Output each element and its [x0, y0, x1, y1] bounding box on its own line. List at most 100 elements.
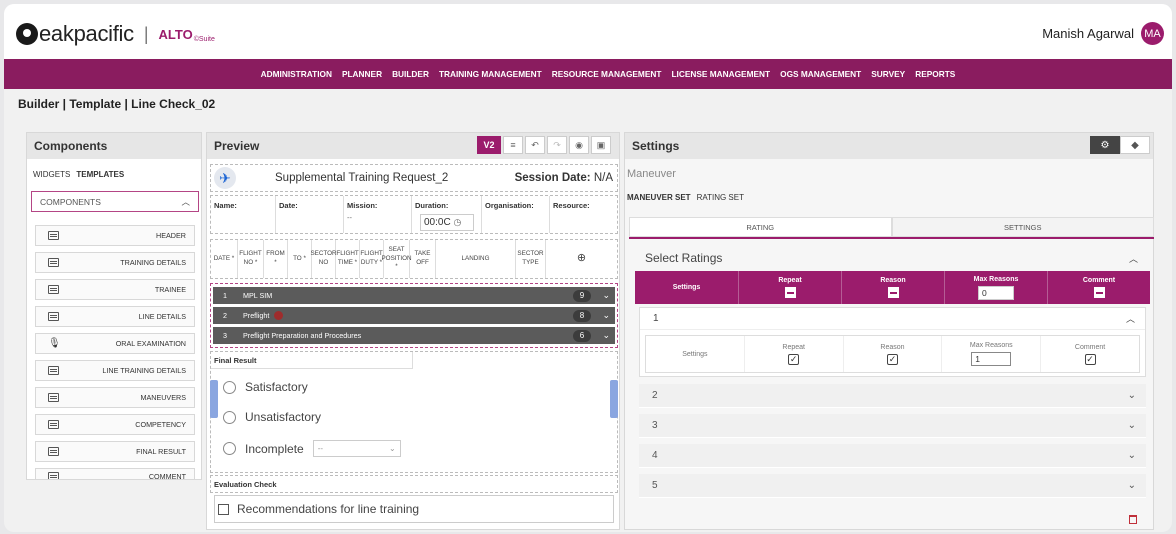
select-ratings-label: Select Ratings	[645, 251, 723, 265]
tab-templates[interactable]: TEMPLATES	[76, 170, 124, 179]
duration-value: 00:0C	[424, 217, 451, 228]
nav-builder[interactable]: BUILDER	[392, 69, 429, 79]
undo-icon[interactable]: ↶	[525, 136, 545, 154]
option-incomplete[interactable]: Incomplete -- ⌄	[223, 440, 401, 457]
trash-icon[interactable]	[1129, 515, 1137, 524]
component-label: COMMENT	[148, 472, 186, 480]
nav-resource-management[interactable]: RESOURCE MANAGEMENT	[552, 69, 662, 79]
chevron-down-icon[interactable]: ⌄	[1128, 480, 1136, 491]
row-label: Reason	[880, 343, 905, 351]
chevron-down-icon[interactable]: ⌄	[602, 290, 610, 301]
row-label: Comment	[1074, 343, 1106, 351]
avatar[interactable]: MA	[1141, 22, 1164, 45]
components-dropdown[interactable]: COMPONENTS ︿	[31, 191, 199, 212]
maneuver-row[interactable]: 3 Preflight Preparation and Procedures 6 ⌄	[213, 327, 615, 344]
component-item-line-training-details[interactable]: LINE TRAINING DETAILS	[35, 360, 195, 381]
gear-icon[interactable]: ⚙	[1090, 136, 1120, 154]
layers-icon[interactable]: ◆	[1120, 136, 1150, 154]
col-take-off: TAKE OFF	[410, 240, 436, 278]
component-item-oral-examination[interactable]: 🎙 ORAL EXAMINATION	[35, 333, 195, 354]
component-item-header[interactable]: HEADER	[35, 225, 195, 246]
breadcrumb: Builder | Template | Line Check_02	[18, 97, 216, 111]
app-window: eakpacific | ALTO ©Suite Manish Agarwal …	[4, 4, 1172, 532]
chevron-up-icon[interactable]: ︿	[1126, 312, 1135, 325]
duration-input[interactable]: 00:0C ◷	[420, 214, 474, 231]
save-icon[interactable]: ▣	[591, 136, 611, 154]
nav-training-management[interactable]: TRAINING MANAGEMENT	[439, 69, 542, 79]
row-number: 5	[652, 480, 658, 491]
option-label: Unsatisfactory	[245, 410, 322, 424]
rating-row[interactable]: 2 ⌄	[639, 384, 1146, 408]
component-item-comment[interactable]: COMMENT	[35, 468, 195, 480]
option-unsatisfactory[interactable]: Unsatisfactory	[223, 410, 321, 424]
maneuver-row[interactable]: 1 MPL SIM 9 ⌄	[213, 287, 615, 304]
drag-handle-left[interactable]	[210, 380, 218, 418]
rating-row-header[interactable]: 1 ︿	[640, 308, 1145, 330]
reason-master-checkbox[interactable]	[887, 287, 899, 298]
add-column-icon[interactable]: ⊕	[546, 240, 617, 278]
recommendations-checkbox[interactable]: Recommendations for line training	[214, 495, 614, 523]
nav-survey[interactable]: SURVEY	[871, 69, 905, 79]
line-details-table-header: DATE * FLIGHT NO * FROM * TO * SECTOR NO…	[210, 239, 618, 279]
chevron-down-icon[interactable]: ⌄	[602, 310, 610, 321]
rating-row[interactable]: 5 ⌄	[639, 474, 1146, 498]
settings-toggle[interactable]: SETTINGS	[891, 217, 1154, 237]
repeat-checkbox[interactable]: ✓	[788, 353, 800, 365]
option-satisfactory[interactable]: Satisfactory	[223, 380, 308, 394]
version-button[interactable]: V2	[477, 136, 501, 154]
maneuver-row[interactable]: 2 Preflight 8 ⌄	[213, 307, 615, 324]
rating-toggle[interactable]: RATING	[629, 217, 892, 237]
chevron-down-icon[interactable]: ⌄	[1128, 420, 1136, 431]
col-landing: LANDING	[436, 240, 516, 278]
incomplete-select-value: --	[317, 444, 324, 453]
maneuver-label: Preflight Preparation and Procedures	[243, 331, 362, 340]
nav-license-management[interactable]: LICENSE MANAGEMENT	[671, 69, 770, 79]
select-ratings-header[interactable]: Select Ratings ︿	[635, 246, 1150, 270]
component-item-line-details[interactable]: LINE DETAILS	[35, 306, 195, 327]
redo-icon[interactable]: ↷	[547, 136, 567, 154]
user-name[interactable]: Manish Agarwal	[1042, 26, 1134, 41]
chevron-up-icon[interactable]: ︿	[1129, 252, 1138, 265]
comment-master-checkbox[interactable]	[1093, 287, 1105, 298]
eye-icon[interactable]: ◉	[569, 136, 589, 154]
component-item-final-result[interactable]: FINAL RESULT	[35, 441, 195, 462]
row-number: 1	[653, 313, 659, 324]
nav-planner[interactable]: PLANNER	[342, 69, 382, 79]
warning-icon	[274, 311, 284, 320]
radio-icon[interactable]	[223, 380, 236, 394]
form-icon	[48, 420, 59, 429]
tab-maneuver-set[interactable]: MANEUVER SET	[627, 193, 691, 202]
chevron-down-icon[interactable]: ⌄	[602, 330, 610, 341]
rating-row[interactable]: 4 ⌄	[639, 444, 1146, 468]
final-result-section: Final Result Satisfactory Unsatisfactory…	[210, 351, 618, 473]
component-item-maneuvers[interactable]: MANEUVERS	[35, 387, 195, 408]
row-label: Max Reasons	[969, 342, 1013, 349]
col-from: FROM *	[264, 240, 288, 278]
incomplete-select[interactable]: -- ⌄	[312, 440, 401, 457]
max-reasons-input[interactable]: 1	[971, 352, 1012, 366]
component-item-training-details[interactable]: TRAINING DETAILS	[35, 252, 195, 273]
option-label: Incomplete	[245, 441, 304, 456]
radio-icon[interactable]	[223, 442, 236, 455]
chevron-down-icon[interactable]: ⌄	[1128, 390, 1136, 401]
component-item-trainee[interactable]: TRAINEE	[35, 279, 195, 300]
radio-icon[interactable]	[223, 410, 236, 424]
tab-widgets[interactable]: WIDGETS	[33, 170, 70, 179]
user-menu[interactable]: Manish Agarwal MA	[1042, 22, 1164, 45]
drag-handle-right[interactable]	[610, 380, 618, 418]
tab-rating-set[interactable]: RATING SET	[697, 193, 744, 202]
chevron-down-icon[interactable]: ⌄	[1128, 450, 1136, 461]
rating-row[interactable]: 3 ⌄	[639, 414, 1146, 438]
nav-ogs-management[interactable]: OGS MANAGEMENT	[780, 69, 861, 79]
chevron-up-icon[interactable]: ︿	[181, 196, 190, 208]
max-reasons-input[interactable]: 0	[978, 285, 1014, 300]
list-icon[interactable]: ≡	[503, 136, 523, 154]
nav-reports[interactable]: REPORTS	[915, 69, 955, 79]
component-item-competency[interactable]: COMPETENCY	[35, 414, 195, 435]
nav-administration[interactable]: ADMINISTRATION	[261, 69, 332, 79]
comment-checkbox[interactable]: ✓	[1084, 353, 1096, 365]
checkbox-icon[interactable]	[218, 503, 229, 515]
repeat-master-checkbox[interactable]	[784, 287, 796, 298]
ratings-grid-header: Settings Repeat Reason Max Reasons 0 Comm…	[635, 271, 1150, 304]
reason-checkbox[interactable]: ✓	[886, 353, 898, 365]
